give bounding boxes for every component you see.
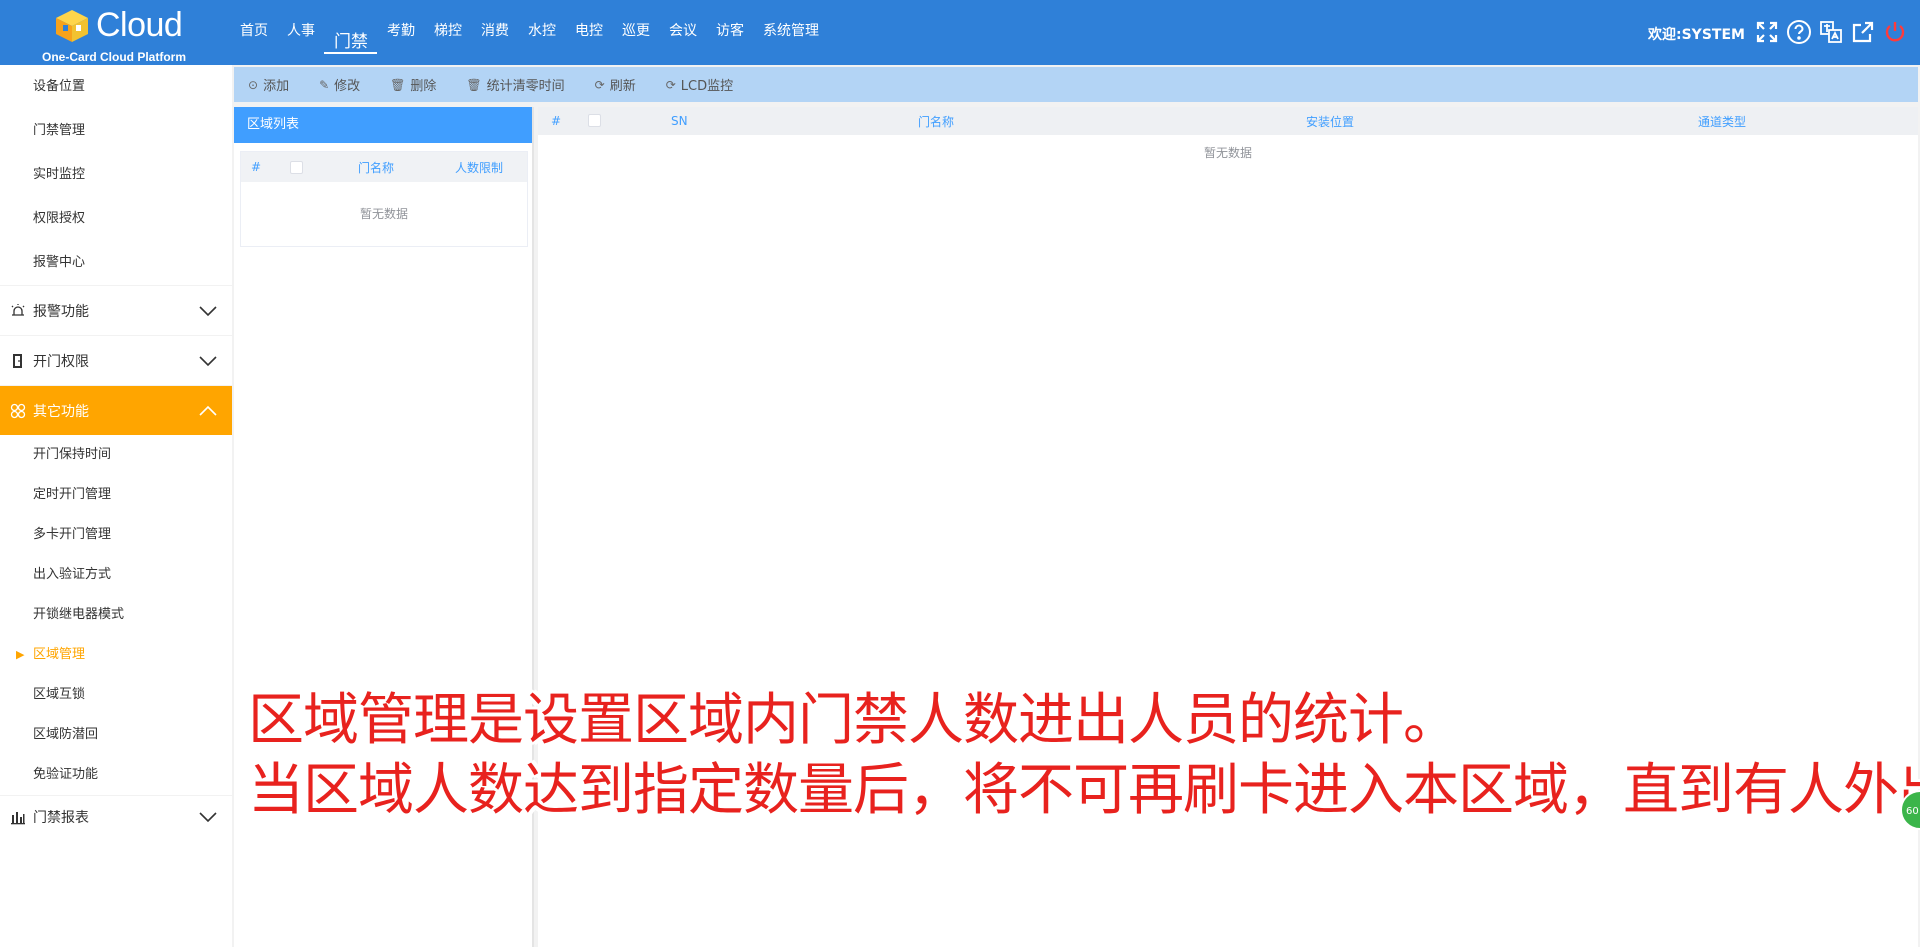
chevron-down-icon [199,812,217,823]
sidebar-item-realtime-monitor[interactable]: 实时监控 [0,153,232,197]
select-all-checkbox[interactable] [588,114,601,127]
translate-icon[interactable] [1818,19,1844,45]
add-circle-icon: ⊙ [248,77,259,92]
add-button[interactable]: ⊙ 添加 [248,75,290,95]
nav-system[interactable]: 系统管理 [753,0,828,65]
sidebar-group-open-permission[interactable]: 开门权限 [0,335,232,385]
nav-meeting[interactable]: 会议 [659,0,706,65]
power-icon[interactable] [1882,19,1908,45]
sidebar-group-alarm-label: 报警功能 [33,303,89,320]
sidebar-item-relay-mode[interactable]: 开锁继电器模式 [0,595,232,635]
area-empty-text: 暂无数据 [359,207,408,221]
sidebar-item-device-location[interactable]: 设备位置 [0,65,232,109]
chevron-up-icon [199,405,217,416]
nav-water[interactable]: 水控 [518,0,565,65]
sidebar-item-multi-card[interactable]: 多卡开门管理 [0,515,232,555]
col-door-name: 门名称 [918,114,955,129]
alarm-bell-icon [9,302,27,320]
nav-elevator[interactable]: 梯控 [424,0,471,65]
lcd-monitor-label: LCD监控 [680,79,734,94]
sidebar-item-door-management[interactable]: 门禁管理 [0,109,232,153]
fullscreen-icon[interactable] [1754,19,1780,45]
col-install-location: 安装位置 [1306,114,1355,129]
caption-line-1: 区域管理是设置区域内门禁人数进出人员的统计。 [248,688,1459,753]
select-all-checkbox[interactable] [271,160,321,174]
external-link-icon[interactable] [1850,19,1876,45]
nav-attendance[interactable]: 考勤 [377,0,424,65]
door-empty-text: 暂无数据 [1203,146,1252,160]
sidebar-item-timed-open[interactable]: 定时开门管理 [0,475,232,515]
sidebar-item-alarm-center[interactable]: 报警中心 [0,241,232,285]
sidebar-group-open-label: 开门权限 [33,353,89,370]
delete-button[interactable]: 🗑 删除 [390,75,437,95]
delete-button-label: 删除 [410,79,437,94]
nav-home[interactable]: 首页 [230,0,277,65]
subtitle-caption: 区域管理是设置区域内门禁人数进出人员的统计。 当区域人数达到指定数量后，将不可再… [248,686,1920,826]
chevron-down-icon [199,356,217,367]
logo[interactable]: Cloud One-Card Cloud Platform [40,4,190,64]
col-sn: SN [671,114,688,128]
add-button-label: 添加 [263,79,290,94]
clear-stats-button[interactable]: 🗑 统计清零时间 [466,75,565,95]
main-nav: 首页 人事 门禁 考勤 梯控 消费 水控 电控 巡更 会议 访客 系统管理 [230,0,828,65]
help-icon[interactable] [1786,19,1812,45]
sidebar-group-other[interactable]: 其它功能 [0,385,232,435]
sidebar: 设备位置 门禁管理 实时监控 权限授权 报警中心 报警功能 开门权限 其它功能 … [0,65,232,947]
sidebar-item-area-management[interactable]: ▶ 区域管理 [0,635,232,675]
refresh-button[interactable]: ⟳ 刷新 [594,75,636,95]
trash-icon: 🗑 [390,77,406,92]
sidebar-item-verify-mode[interactable]: 出入验证方式 [0,555,232,595]
edit-icon: ✎ [319,77,330,92]
header-actions [1754,19,1908,45]
logo-subtitle: One-Card Cloud Platform [42,50,187,64]
sidebar-item-permission[interactable]: 权限授权 [0,197,232,241]
sidebar-item-area-management-label: 区域管理 [33,647,86,662]
sidebar-group-alarm[interactable]: 报警功能 [0,285,232,335]
sidebar-item-door-hold-time[interactable]: 开门保持时间 [0,435,232,475]
col-people-limit: 人数限制 [454,160,503,175]
col-door-name: 门名称 [357,160,394,175]
caption-line-2: 当区域人数达到指定数量后，将不可再刷卡进入本区域，直到有人外出 [248,758,1920,823]
chevron-down-icon [199,306,217,317]
door-table-header: # SN 门名称 安装位置 通道类型 [538,107,1918,135]
sidebar-item-no-verify[interactable]: 免验证功能 [0,755,232,795]
edit-button-label: 修改 [334,79,361,94]
nav-hr[interactable]: 人事 [277,0,324,65]
toolbar: ⊙ 添加 ✎ 修改 🗑 删除 🗑 统计清零时间 ⟳ 刷新 ⟳ LCD监控 [234,67,1918,102]
col-index: # [251,160,262,174]
cube-logo-icon [56,10,88,42]
bar-chart-icon [9,808,27,826]
area-list-title: 区域列表 [234,107,532,143]
lcd-monitor-button[interactable]: ⟳ LCD监控 [665,75,734,95]
area-list-table: # 门名称 人数限制 暂无数据 [240,151,528,247]
sidebar-item-area-interlock[interactable]: 区域互锁 [0,675,232,715]
edit-button[interactable]: ✎ 修改 [319,75,361,95]
col-channel-type: 通道类型 [1698,114,1747,129]
nav-power[interactable]: 电控 [565,0,612,65]
nav-consumption[interactable]: 消费 [471,0,518,65]
nav-patrol[interactable]: 巡更 [612,0,659,65]
refresh-button-label: 刷新 [609,79,636,94]
apps-icon [9,402,27,420]
top-bar: Cloud One-Card Cloud Platform 首页 人事 门禁 考… [0,0,1920,65]
refresh-icon: ⟳ [665,77,676,92]
door-icon [9,352,27,370]
sidebar-group-report[interactable]: 门禁报表 [0,795,232,837]
clear-stats-label: 统计清零时间 [486,79,565,94]
trash-icon: 🗑 [466,77,482,92]
active-arrow-icon: ▶ [16,648,25,661]
sidebar-group-other-label: 其它功能 [33,403,89,420]
sidebar-group-report-label: 门禁报表 [33,809,89,826]
col-index: # [551,114,562,128]
nav-access-control[interactable]: 门禁 [324,12,377,54]
logo-text: Cloud [96,6,183,44]
nav-visitor[interactable]: 访客 [706,0,753,65]
area-table-header: # 门名称 人数限制 [241,152,527,182]
refresh-icon: ⟳ [594,77,605,92]
welcome-text: 欢迎:SYSTEM [1648,27,1745,43]
sidebar-item-anti-passback[interactable]: 区域防潜回 [0,715,232,755]
